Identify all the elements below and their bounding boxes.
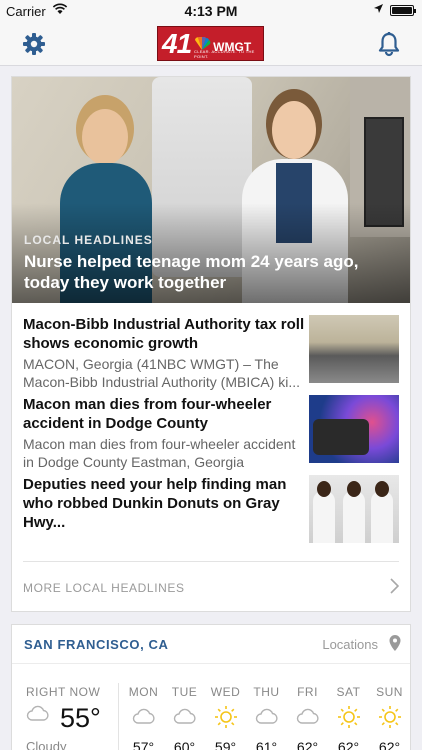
story-item[interactable]: Macon-Bibb Industrial Authority tax roll… — [23, 315, 399, 391]
cloud-icon — [173, 708, 196, 724]
forecast-temp: 62° — [296, 739, 319, 750]
forecast-day: THU 61° — [246, 683, 287, 750]
story-summary: MACON, Georgia (41NBC WMGT) – The Macon-… — [23, 356, 300, 390]
story-title[interactable]: Macon-Bibb Industrial Authority tax roll… — [23, 315, 305, 353]
current-temperature: 55° — [60, 703, 101, 733]
hero-headline[interactable]: Nurse helped teenage mom 24 years ago, t… — [24, 251, 404, 293]
nav-bar: 41 WMGT CLEAR. ACCURATE. TO THE POINT. — [0, 22, 422, 66]
cloud-icon — [132, 708, 155, 724]
story-title[interactable]: Macon man dies from four-wheeler acciden… — [23, 395, 305, 433]
forecast-day-name: WED — [210, 685, 241, 699]
status-bar: Carrier 4:13 PM — [0, 0, 422, 22]
station-logo: 41 WMGT CLEAR. ACCURATE. TO THE POINT. — [157, 26, 264, 61]
forecast-day-name: MON — [128, 685, 159, 699]
forecast-day: SUN 62° — [369, 683, 410, 750]
location-pin-icon[interactable] — [388, 634, 402, 652]
story-title[interactable]: Deputies need your help finding man who … — [23, 475, 305, 532]
forecast-row: MON 57° TUE 60° WED 59° THU 61° FRI 62° … — [123, 683, 411, 750]
current-condition: Cloudy — [26, 739, 67, 750]
more-link-label: MORE LOCAL HEADLINES — [23, 581, 185, 595]
forecast-temp: 61° — [255, 739, 278, 750]
logo-tagline: CLEAR. ACCURATE. TO THE POINT. — [194, 49, 255, 59]
sun-icon — [378, 706, 401, 728]
story-item[interactable]: Deputies need your help finding man who … — [23, 475, 399, 543]
forecast-temp: 57° — [132, 739, 155, 750]
forecast-day: WED 59° — [205, 683, 246, 750]
hero-story[interactable]: LOCAL HEADLINES Nurse helped teenage mom… — [12, 77, 410, 303]
notifications-bell-icon[interactable] — [376, 31, 402, 57]
cloud-icon — [296, 708, 319, 724]
forecast-day-name: SUN — [376, 685, 403, 699]
forecast-day-name: TUE — [171, 685, 198, 699]
right-now-label: RIGHT NOW — [26, 685, 101, 699]
story-item[interactable]: Macon man dies from four-wheeler acciden… — [23, 395, 399, 471]
story-thumbnail[interactable] — [309, 395, 399, 463]
locations-button[interactable]: Locations — [322, 637, 378, 652]
more-local-headlines-link[interactable]: MORE LOCAL HEADLINES — [23, 561, 399, 611]
forecast-day-name: SAT — [336, 685, 361, 699]
hero-kicker: LOCAL HEADLINES — [24, 233, 153, 247]
forecast-temp: 59° — [214, 739, 237, 750]
forecast-day: SAT 62° — [328, 683, 369, 750]
weather-city: SAN FRANCISCO, CA — [24, 637, 169, 652]
forecast-temp: 62° — [337, 739, 360, 750]
battery-icon — [390, 5, 416, 16]
chevron-right-icon — [390, 578, 399, 594]
logo-number: 41 — [162, 27, 192, 59]
story-thumbnail[interactable] — [309, 475, 399, 543]
sun-icon — [337, 706, 360, 728]
forecast-temp: 62° — [378, 739, 401, 750]
forecast-temp: 60° — [173, 739, 196, 750]
weather-card[interactable]: SAN FRANCISCO, CA Locations RIGHT NOW 55… — [11, 624, 411, 750]
forecast-day: FRI 62° — [287, 683, 328, 750]
story-thumbnail[interactable] — [309, 315, 399, 383]
local-headlines-card: LOCAL HEADLINES Nurse helped teenage mom… — [11, 76, 411, 612]
clock: 4:13 PM — [184, 3, 238, 19]
settings-gear-icon[interactable] — [22, 32, 46, 56]
location-arrow-icon — [373, 3, 384, 17]
forecast-day-name: THU — [253, 685, 280, 699]
sun-icon — [214, 706, 237, 728]
cloud-icon — [255, 708, 278, 724]
forecast-day-name: FRI — [297, 685, 318, 699]
story-summary: Macon man dies from four-wheeler acciden… — [23, 436, 296, 470]
cloud-icon — [26, 705, 49, 721]
forecast-day: TUE 60° — [164, 683, 205, 750]
forecast-day: MON 57° — [123, 683, 164, 750]
